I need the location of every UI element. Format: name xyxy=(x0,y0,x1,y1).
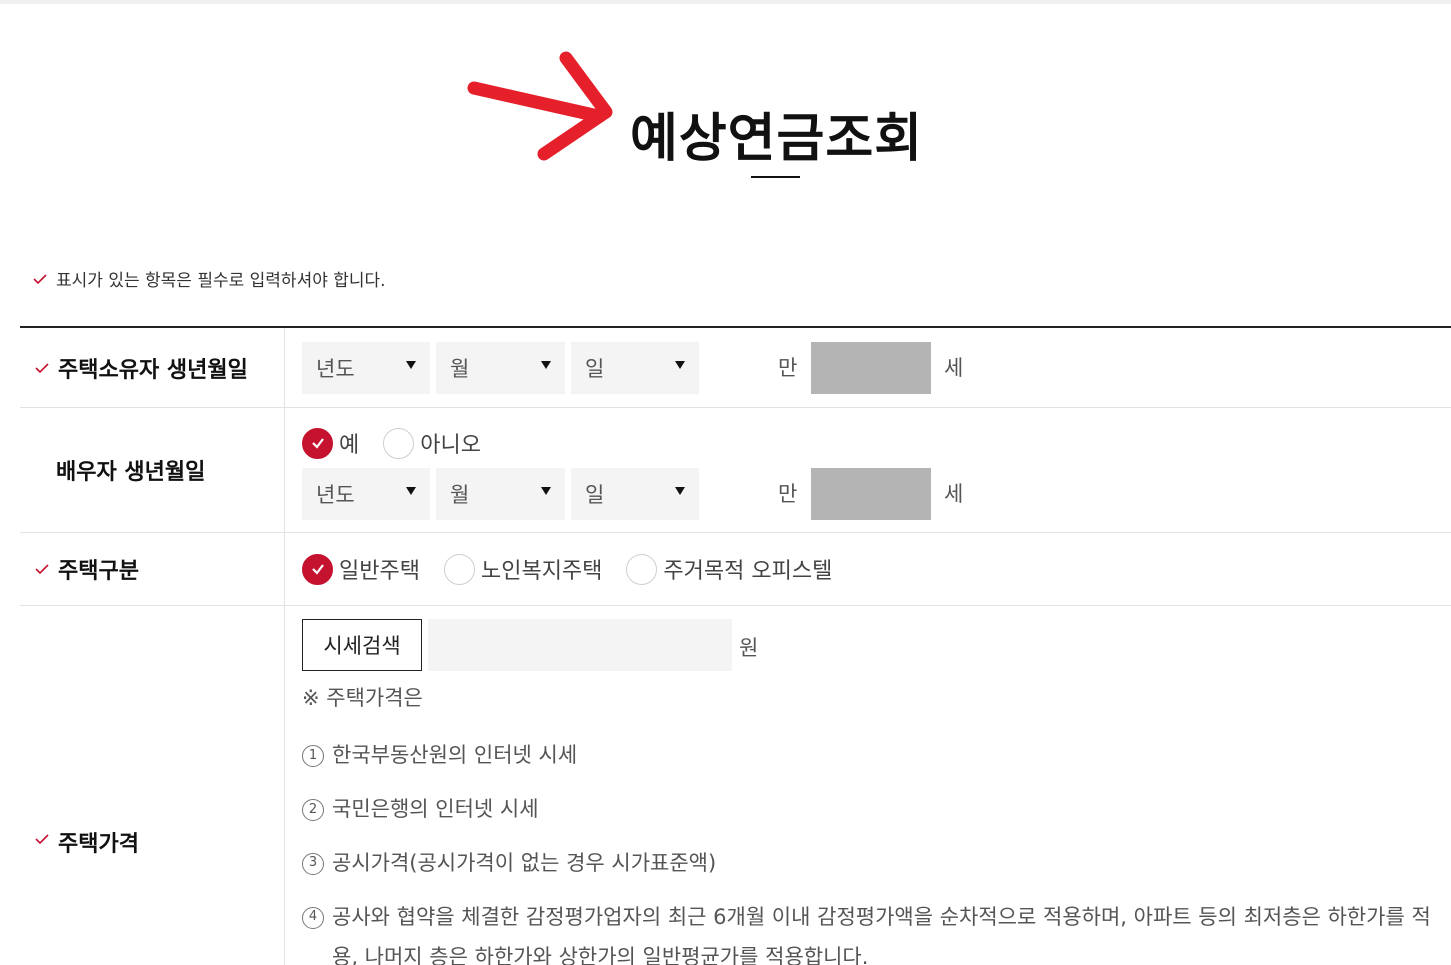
house-type-radio-group: 일반주택 노인복지주택 주거목적 오피스텔 xyxy=(302,553,856,585)
check-icon xyxy=(35,362,49,373)
caret-down-icon xyxy=(675,361,685,369)
caret-down-icon xyxy=(406,487,416,495)
list-item: 2 국민은행의 인터넷 시세 xyxy=(302,790,1451,830)
spouse-no-label: 아니오 xyxy=(420,433,481,458)
caret-down-icon xyxy=(541,361,551,369)
house-price-content: 시세검색 원 ※ 주택가격은 1 한국부동산원의 인터넷 시세 2 국민은행의 … xyxy=(285,606,1451,965)
house-type-general-radio[interactable]: 일반주택 xyxy=(302,553,420,585)
house-type-general-label: 일반주택 xyxy=(339,559,420,584)
circled-number: 3 xyxy=(302,852,324,875)
house-type-label: 주택구분 xyxy=(58,559,139,584)
owner-age-prefix: 만 xyxy=(778,356,798,380)
owner-age-box xyxy=(811,342,931,394)
row-owner-birth: 주택소유자 생년월일 년도 월 일 만 세 xyxy=(20,328,1451,408)
circled-number: 1 xyxy=(302,745,324,767)
radio-empty-icon xyxy=(626,553,658,585)
price-unit: 원 xyxy=(739,636,759,660)
owner-age-suffix: 세 xyxy=(944,356,964,380)
owner-month-select[interactable]: 월 xyxy=(436,342,565,394)
house-type-officetel-radio[interactable]: 주거목적 오피스텔 xyxy=(626,553,832,585)
list-item-text: 공시가격(공시가격이 없는 경우 시가표준액) xyxy=(332,850,717,875)
spouse-yes-label: 예 xyxy=(339,433,360,458)
spouse-day-select[interactable]: 일 xyxy=(571,468,699,520)
required-note-text: 표시가 있는 항목은 필수로 입력하셔야 합니다. xyxy=(56,271,386,291)
row-spouse-birth: 배우자 생년월일 예 아니오 년도 월 일 만 세 xyxy=(20,408,1451,533)
spouse-day-value: 일 xyxy=(585,483,605,507)
house-price-label: 주택가격 xyxy=(58,832,139,857)
title-area: 예상연금조회 xyxy=(0,0,1451,240)
row-label-house-type: 주택구분 xyxy=(20,533,285,605)
caret-down-icon xyxy=(541,487,551,495)
radio-empty-icon xyxy=(443,553,475,585)
row-house-price: 주택가격 시세검색 원 ※ 주택가격은 1 한국부동산원의 인터넷 시세 2 국… xyxy=(20,606,1451,965)
price-criteria-list: 1 한국부동산원의 인터넷 시세 2 국민은행의 인터넷 시세 3 공시가격(공… xyxy=(302,736,1451,965)
title-underline xyxy=(751,176,800,178)
spouse-radio-group: 예 아니오 xyxy=(302,427,505,459)
spouse-month-value: 월 xyxy=(450,483,470,507)
owner-year-value: 년도 xyxy=(316,357,355,381)
list-item-text: 국민은행의 인터넷 시세 xyxy=(332,796,539,821)
owner-month-value: 월 xyxy=(450,357,470,381)
spouse-no-radio[interactable]: 아니오 xyxy=(383,427,481,459)
spouse-month-select[interactable]: 월 xyxy=(436,468,565,520)
house-type-senior-label: 노인복지주택 xyxy=(480,559,603,584)
circled-number: 2 xyxy=(302,798,324,821)
spouse-yes-radio[interactable]: 예 xyxy=(302,427,359,459)
list-item: 3 공시가격(공시가격이 없는 경우 시가표준액) xyxy=(302,844,1451,884)
radio-checked-icon xyxy=(302,553,333,585)
page-title: 예상연금조회 xyxy=(630,109,924,169)
row-label-spouse-birth: 배우자 생년월일 xyxy=(20,408,285,532)
list-item-text: 한국부동산원의 인터넷 시세 xyxy=(332,743,578,767)
price-input[interactable] xyxy=(428,619,732,671)
spouse-age-prefix: 만 xyxy=(778,482,798,506)
spouse-year-value: 년도 xyxy=(316,483,355,507)
row-label-owner-birth: 주택소유자 생년월일 xyxy=(20,328,285,407)
list-item: 1 한국부동산원의 인터넷 시세 xyxy=(302,736,1451,776)
radio-empty-icon xyxy=(383,427,415,459)
owner-day-select[interactable]: 일 xyxy=(571,342,699,394)
row-label-house-price: 주택가격 xyxy=(20,606,285,965)
spouse-year-select[interactable]: 년도 xyxy=(302,468,430,520)
row-house-type: 주택구분 일반주택 노인복지주택 주거목적 오피스텔 xyxy=(20,533,1451,606)
list-item-text: 공사와 협약을 체결한 감정평가업자의 최근 6개월 이내 감정평가액을 순차적… xyxy=(332,904,1431,965)
required-note: 표시가 있는 항목은 필수로 입력하셔야 합니다. xyxy=(32,266,386,291)
price-search-button[interactable]: 시세검색 xyxy=(302,619,422,671)
spouse-birth-label: 배우자 생년월일 xyxy=(56,460,206,485)
spouse-age-suffix: 세 xyxy=(944,482,964,506)
radio-checked-icon xyxy=(302,427,333,459)
caret-down-icon xyxy=(406,361,416,369)
spouse-birth-content: 예 아니오 년도 월 일 만 세 xyxy=(285,408,1451,532)
house-type-content: 일반주택 노인복지주택 주거목적 오피스텔 xyxy=(285,533,1451,605)
house-type-officetel-label: 주거목적 오피스텔 xyxy=(663,559,833,584)
check-icon xyxy=(35,564,49,575)
pension-form: 주택소유자 생년월일 년도 월 일 만 세 배우자 생년월일 예 아니오 년도 … xyxy=(20,326,1451,965)
red-arrow-icon xyxy=(467,51,613,161)
price-note: ※ 주택가격은 xyxy=(302,686,423,710)
owner-birth-label: 주택소유자 생년월일 xyxy=(58,357,248,383)
house-type-senior-radio[interactable]: 노인복지주택 xyxy=(443,553,603,585)
owner-day-value: 일 xyxy=(585,357,605,381)
list-item: 4 공사와 협약을 체결한 감정평가업자의 최근 6개월 이내 감정평가액을 순… xyxy=(302,898,1451,965)
circled-number: 4 xyxy=(302,906,324,929)
check-icon xyxy=(33,273,47,284)
caret-down-icon xyxy=(675,487,685,495)
spouse-age-box xyxy=(811,468,931,520)
check-icon xyxy=(35,834,49,845)
owner-year-select[interactable]: 년도 xyxy=(302,342,430,394)
owner-birth-content: 년도 월 일 만 세 xyxy=(285,328,1451,407)
